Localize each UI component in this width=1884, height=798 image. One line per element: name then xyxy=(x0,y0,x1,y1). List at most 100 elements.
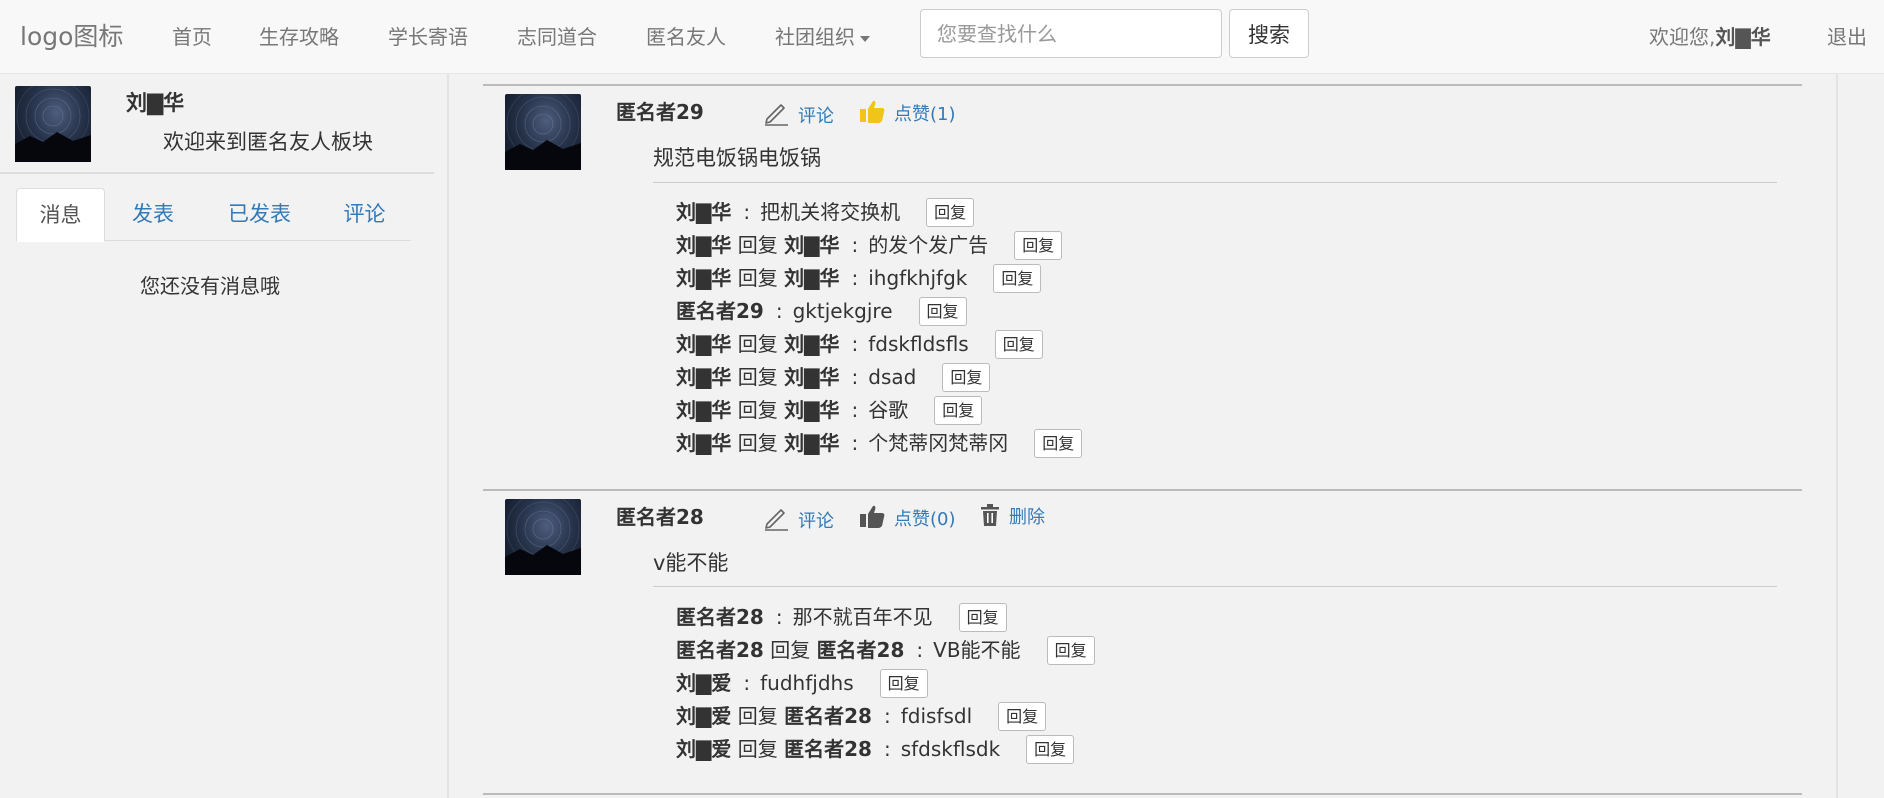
comment-row: 匿名者29: gktjekgjre 回复 xyxy=(676,297,967,326)
nav-item-survival-guide[interactable]: 生存攻略 xyxy=(259,21,339,50)
trash-icon xyxy=(981,504,999,526)
comment-row: 匿名者28: 那不就百年不见 回复 xyxy=(676,603,1007,632)
search-input[interactable] xyxy=(920,9,1222,58)
tab-messages[interactable]: 消息 xyxy=(16,188,105,242)
comment-divider xyxy=(653,586,1777,587)
comment-author: 刘▇华 xyxy=(676,266,732,290)
logout-link[interactable]: 退出 xyxy=(1827,21,1867,50)
nav-item-clubs-dropdown[interactable]: 社团组织 xyxy=(775,21,870,50)
reply-button[interactable]: 回复 xyxy=(993,264,1042,293)
comment-author: 匿名者28 xyxy=(676,605,764,629)
reply-button[interactable]: 回复 xyxy=(934,396,983,425)
tab-comments[interactable]: 评论 xyxy=(318,188,411,242)
post-divider xyxy=(483,84,1802,86)
star-trail-image xyxy=(505,94,581,170)
reply-button[interactable]: 回复 xyxy=(1046,636,1095,665)
comment-button[interactable]: 评论 xyxy=(762,98,834,128)
sidebar-tabs: 消息 发表 已发表 评论 xyxy=(16,188,411,242)
reply-word: 回复 xyxy=(770,638,811,662)
comment-author: 刘▇华 xyxy=(676,233,732,257)
reply-target: 匿名者28 xyxy=(784,704,872,728)
edit-pen-icon xyxy=(765,509,788,531)
reply-button[interactable]: 回复 xyxy=(1026,735,1075,764)
content-border xyxy=(1836,74,1838,798)
reply-button[interactable]: 回复 xyxy=(879,669,928,698)
post-author: 匿名者28 xyxy=(616,505,704,529)
like-label: 点赞(0) xyxy=(894,509,956,530)
like-button[interactable]: 点赞(1) xyxy=(858,98,956,126)
comment-text: gktjekgjre xyxy=(792,299,893,323)
comment-row: 刘▇爱: fudhfjdhs 回复 xyxy=(676,669,928,698)
comment-author: 刘▇华 xyxy=(676,365,732,389)
reply-word: 回复 xyxy=(737,704,778,728)
reply-word: 回复 xyxy=(737,398,778,422)
comment-text: ihgfkhjfgk xyxy=(868,266,968,290)
reply-target: 刘▇华 xyxy=(784,233,840,257)
comment-author: 刘▇爱 xyxy=(676,671,732,695)
comment-author: 刘▇华 xyxy=(676,200,732,224)
nav-item-home[interactable]: 首页 xyxy=(172,21,212,50)
reply-button[interactable]: 回复 xyxy=(918,297,967,326)
reply-button[interactable]: 回复 xyxy=(994,330,1043,359)
reply-word: 回复 xyxy=(737,365,778,389)
comment-text: fdisfsdl xyxy=(900,704,973,728)
reply-button[interactable]: 回复 xyxy=(958,603,1007,632)
comment-row: 刘▇华 回复 刘▇华: ihgfkhjfgk 回复 xyxy=(676,264,1042,293)
comment-label: 评论 xyxy=(798,511,834,532)
sidebar: 刘▇华 欢迎来到匿名友人板块 消息 发表 已发表 评论 您还没有消息哦 xyxy=(0,74,449,798)
welcome-prefix: 欢迎您, xyxy=(1649,25,1716,49)
comment-text: 把机关将交换机 xyxy=(760,200,901,224)
comment-text: 的发个发广告 xyxy=(868,233,989,257)
delete-button[interactable]: 删除 xyxy=(979,503,1045,529)
reply-button[interactable]: 回复 xyxy=(1034,429,1083,458)
nav-item-senior-advice[interactable]: 学长寄语 xyxy=(388,21,468,50)
comment-author: 刘▇华 xyxy=(676,332,732,356)
like-button[interactable]: 点赞(0) xyxy=(858,503,956,531)
reply-button[interactable]: 回复 xyxy=(1014,231,1063,260)
comment-author: 刘▇华 xyxy=(676,398,732,422)
comment-divider xyxy=(653,182,1777,183)
post-content: v能不能 xyxy=(653,551,729,575)
tab-publish[interactable]: 发表 xyxy=(105,188,201,242)
comment-row: 匿名者28 回复 匿名者28: VB能不能 回复 xyxy=(676,636,1095,665)
comment-text: sfdskflsdk xyxy=(900,737,1001,761)
welcome-user[interactable]: 欢迎您,刘▇华 xyxy=(1649,21,1771,50)
comment-author: 匿名者29 xyxy=(676,299,764,323)
post-divider xyxy=(483,793,1802,795)
reply-word: 回复 xyxy=(737,737,778,761)
comment-row: 刘▇华 回复 刘▇华: 的发个发广告 回复 xyxy=(676,231,1063,260)
thumbs-up-icon xyxy=(860,505,885,528)
comment-row: 刘▇华 回复 刘▇华: dsad 回复 xyxy=(676,363,991,392)
brand-logo[interactable]: logo图标 xyxy=(20,17,123,53)
reply-target: 匿名者28 xyxy=(784,737,872,761)
board-welcome-text: 欢迎来到匿名友人板块 xyxy=(163,130,373,154)
comment-button[interactable]: 评论 xyxy=(762,503,834,533)
comment-row: 刘▇华 回复 刘▇华: 谷歌 回复 xyxy=(676,396,983,425)
post-divider xyxy=(483,489,1802,491)
thumbs-up-icon xyxy=(860,100,885,123)
comment-text: fdskfldsfls xyxy=(868,332,969,356)
nav-item-anonymous-friends[interactable]: 匿名友人 xyxy=(646,21,726,50)
comment-row: 刘▇华 回复 刘▇华: 个梵蒂冈梵蒂冈 回复 xyxy=(676,429,1083,458)
edit-pen-icon xyxy=(765,104,788,126)
reply-button[interactable]: 回复 xyxy=(926,198,975,227)
reply-target: 匿名者28 xyxy=(816,638,905,662)
comment-text: 谷歌 xyxy=(868,398,909,422)
nav-username: 刘▇华 xyxy=(1715,25,1771,49)
post-content: 规范电饭锅电饭锅 xyxy=(653,146,821,170)
nav-item-like-minded[interactable]: 志同道合 xyxy=(517,21,597,50)
reply-target: 刘▇华 xyxy=(784,398,840,422)
top-navbar: logo图标 首页 生存攻略 学长寄语 志同道合 匿名友人 社团组织 搜索 欢迎… xyxy=(0,0,1884,74)
reply-button[interactable]: 回复 xyxy=(942,363,991,392)
search-button[interactable]: 搜索 xyxy=(1229,9,1309,58)
comment-row: 刘▇华 回复 刘▇华: fdskfldsfls 回复 xyxy=(676,330,1043,359)
reply-word: 回复 xyxy=(737,266,778,290)
comment-text: dsad xyxy=(868,365,917,389)
tab-published[interactable]: 已发表 xyxy=(201,188,318,242)
empty-messages-text: 您还没有消息哦 xyxy=(140,274,280,298)
reply-button[interactable]: 回复 xyxy=(998,702,1047,731)
reply-target: 刘▇华 xyxy=(784,332,840,356)
post-avatar xyxy=(505,499,581,575)
comment-author: 刘▇爱 xyxy=(676,737,732,761)
profile-name: 刘▇华 xyxy=(126,91,185,115)
